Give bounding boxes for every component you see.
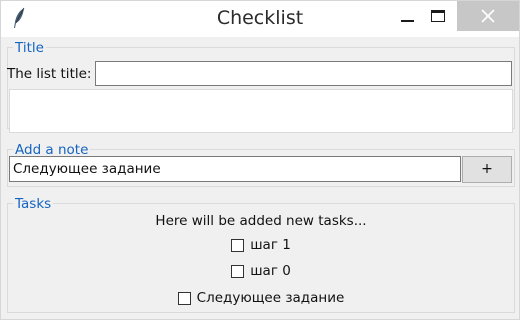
list-body-textarea[interactable] [9, 89, 513, 133]
task-label: шаг 0 [250, 263, 291, 279]
task-checkbox[interactable] [231, 238, 245, 252]
minimize-icon [400, 20, 414, 22]
maximize-icon [431, 10, 445, 22]
note-input[interactable]: Следующее задание [9, 156, 461, 182]
feather-icon [11, 7, 27, 29]
task-item: шаг 1 [1, 237, 520, 256]
tasks-hint: Here will be added new tasks... [155, 213, 367, 229]
task-item: Следующее задание [1, 290, 520, 309]
tasks-frame-legend: Tasks [13, 196, 54, 212]
list-title-label: The list title: [7, 66, 92, 82]
title-frame-legend: Title [13, 40, 46, 56]
task-label: Следующее задание [196, 290, 345, 306]
app-window: Checklist Title The list title: Add a no… [0, 0, 520, 320]
task-checkbox[interactable] [177, 291, 191, 305]
task-label: шаг 1 [250, 237, 291, 253]
title-bar[interactable]: Checklist [1, 1, 519, 37]
add-task-button[interactable]: + [462, 156, 512, 183]
task-checkbox-row[interactable]: шаг 1 [231, 237, 291, 253]
close-button[interactable] [457, 1, 519, 31]
task-checkbox-row[interactable]: шаг 0 [231, 263, 291, 279]
maximize-button[interactable] [419, 1, 457, 31]
task-checkbox-row[interactable]: Следующее задание [177, 290, 345, 306]
task-checkbox[interactable] [231, 264, 245, 278]
list-title-input[interactable] [95, 61, 512, 86]
task-item: шаг 0 [1, 263, 520, 282]
close-icon [481, 9, 495, 23]
